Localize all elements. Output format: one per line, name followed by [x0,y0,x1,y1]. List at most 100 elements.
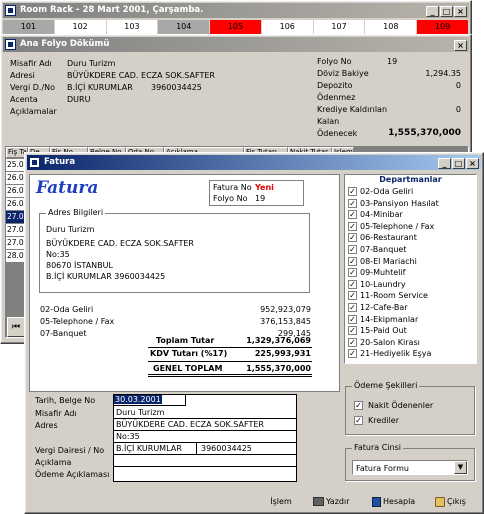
process-button[interactable]: İşlem [261,495,301,509]
payment-group: Ödeme Şekilleri ✓ Nakit Ödenenler ✓ Kredile… [345,381,475,435]
calculator-icon [372,496,381,507]
department-checkbox[interactable]: ✓ [348,256,357,266]
departments-list[interactable]: Departmanlar ✓ 02-Oda Geliri ✓ 03-Pansiyon … [344,174,477,364]
grid-nav-button[interactable]: ⏮ [7,317,25,337]
department-checkbox[interactable]: ✓ [348,303,357,312]
chevron-down-icon[interactable]: ▼ [454,461,467,474]
folio-guest-label: Misafir Adı [10,59,52,68]
remaining-label: Kalan [317,117,340,126]
department-checkbox[interactable]: ✓ [348,187,357,196]
address-line: No:35 [46,250,70,259]
department-checkbox[interactable]: ✓ [348,337,357,347]
address-group: Adres Bilgileri Duru Turizm BÜYÜKDERE CAD… [39,208,310,293]
departments-header: Departmanlar [379,175,442,184]
room-cell[interactable]: 109 [417,20,468,34]
department-label: 10-Laundry [360,279,406,289]
grand-line-1 [148,374,312,375]
department-label: 06-Restaurant [360,233,417,243]
address-field-1[interactable]: BÜYÜKDERE CAD. ECZA SOK.SAFTER [114,419,296,431]
department-label: 05-Telephone / Fax [360,221,435,231]
guest-field[interactable]: Duru Turizm [114,407,296,419]
invoice-type-select[interactable]: Fatura Formu ▼ [352,460,468,475]
invoice-item-name: 07-Banquet [40,329,87,338]
address-field-2[interactable]: No:35 [114,431,296,443]
date-value: 30.03.2001 [114,395,162,404]
grand-line-2 [148,376,312,377]
invoice-folio-label: Folyo No [213,194,248,203]
department-label: 03-Pansiyon Hasılat [360,198,439,208]
room-cell[interactable]: 108 [365,20,417,34]
maximize-button[interactable]: □ [440,6,453,17]
department-checkbox[interactable]: ✓ [348,314,357,324]
fatura-close-button[interactable]: × [466,158,479,169]
department-label: 20-Salon Kirası [360,337,420,347]
address-line: B.İÇİ KURUMLAR 3960034425 [46,272,166,281]
invoice-item-name: 02-Oda Geliri [40,305,94,314]
folio-tax-label: Vergi D./No [10,83,56,92]
department-checkbox[interactable]: ✓ [348,245,357,254]
payable-label: Ödenecek [317,129,358,138]
date-field[interactable]: 30.03.2001 [114,395,186,406]
exit-label: Çıkış [447,497,466,506]
total-line [148,347,312,348]
department-checkbox[interactable]: ✓ [348,326,357,336]
room-cell[interactable]: 106 [261,20,313,34]
deposit-label: Depozito [317,81,353,90]
fatura-window: Fatura _ □ × Fatura Fatura No Yeni Folyo… [24,152,484,514]
grand-total-label: GENEL TOPLAM [153,364,223,373]
room-cell[interactable]: 101 [3,20,54,34]
tax-no-field[interactable]: 3960034425 [197,443,296,455]
calc-label: Hesapla [383,497,416,506]
calc-button[interactable]: Hesapla [372,495,428,509]
tax-office-field[interactable]: B.İÇİ KURUMLAR [114,443,197,455]
room-cell[interactable]: 102 [54,20,106,34]
minimize-button[interactable]: _ [426,6,439,17]
notes-field[interactable] [114,455,296,467]
fatura-minimize-button[interactable]: _ [438,158,451,169]
room-rack-title: Room Rack - 28 Mart 2001, Çarşamba. [20,5,204,15]
invoice-type-title: Fatura Cinsi [352,443,403,452]
folio-close-button[interactable]: × [454,40,467,51]
fatura-maximize-button[interactable]: □ [452,158,465,169]
paynotes-field[interactable] [114,467,296,481]
department-label: 08-El Mariachi [360,256,417,266]
grand-total-value: 1,555,370,000 [246,364,311,373]
department-checkbox[interactable]: ✓ [348,198,357,208]
folio-titlebar[interactable]: Ana Folyo Dökümü × [3,37,469,52]
exit-button[interactable]: Çıkış [435,495,479,509]
folio-title: Ana Folyo Dökümü [20,39,110,49]
room-cell[interactable]: 105 [210,20,261,34]
invoice-heading: Fatura [36,178,99,198]
fatura-titlebar[interactable]: Fatura _ □ × [27,155,481,170]
print-button[interactable]: Yazdır [313,495,363,509]
payment-label: Krediler [368,416,400,425]
close-button[interactable]: × [454,6,467,17]
payment-checkbox[interactable]: ✓ [354,416,363,425]
department-checkbox[interactable]: ✓ [348,221,357,231]
room-rack-titlebar[interactable]: Room Rack - 28 Mart 2001, Çarşamba. _ □ … [3,3,469,18]
kdv-label: KDV Tutarı (%17) [150,349,228,358]
folio-address-label: Adresi [10,71,35,80]
form-notes-label: Açıklama [35,458,72,467]
folio-agency-label: Acenta [10,95,38,104]
deposit-value: 0 [455,81,461,90]
invoice-item-name: 05-Telephone / Fax [40,317,115,326]
department-checkbox[interactable]: ✓ [348,291,357,301]
room-cell[interactable]: 103 [106,20,158,34]
department-checkbox[interactable]: ✓ [348,233,357,243]
department-checkbox[interactable]: ✓ [348,279,357,289]
department-checkbox[interactable]: ✓ [348,268,357,278]
room-cell[interactable]: 104 [158,20,210,34]
form-tax-label: Vergi Dairesi / No [35,446,105,455]
address-group-title: Adres Bilgileri [46,208,106,217]
payment-checkbox[interactable]: ✓ [354,401,363,410]
form-guest-label: Misafir Adı [35,409,77,418]
room-cell[interactable]: 107 [313,20,365,34]
department-checkbox[interactable]: ✓ [348,349,357,359]
department-checkbox[interactable]: ✓ [348,210,357,220]
folio-address-value: BÜYÜKDERE CAD. ECZA SOK.SAFTER [67,71,215,80]
folio-tax-no: 3960034425 [151,83,202,92]
payment-label: Nakit Ödenenler [368,401,434,410]
paid-label: Ödenmez [317,93,356,102]
address-line: BÜYÜKDERE CAD. ECZA SOK.SAFTER [46,239,194,248]
